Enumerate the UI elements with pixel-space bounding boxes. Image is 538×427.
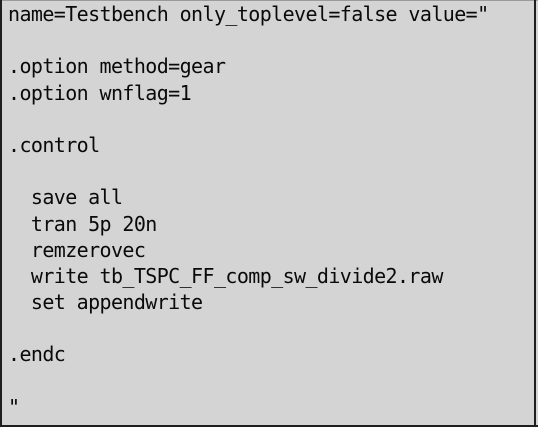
code-line-save-all: save all bbox=[8, 185, 123, 210]
code-line-attribute: name=Testbench only_toplevel=false value… bbox=[8, 2, 489, 26]
code-line-option-method: .option method=gear bbox=[8, 54, 226, 79]
code-line-tran: tran 5p 20n bbox=[8, 211, 157, 236]
code-line-write: write tb_TSPC_FF_comp_sw_divide2.raw bbox=[8, 263, 443, 288]
code-line-endc: .endc bbox=[8, 342, 66, 367]
code-line-remzerovec: remzerovec bbox=[8, 237, 146, 262]
code-text-area[interactable]: name=Testbench only_toplevel=false value… bbox=[8, 1, 489, 420]
right-border bbox=[534, 0, 536, 427]
code-line-option-wnflag: .option wnflag=1 bbox=[8, 80, 192, 105]
code-line-set-appendwrite: set appendwrite bbox=[8, 290, 203, 315]
code-line-control: .control bbox=[8, 132, 100, 157]
text-editor[interactable]: name=Testbench only_toplevel=false value… bbox=[0, 0, 538, 427]
code-line-closing-quote: " bbox=[8, 394, 20, 419]
